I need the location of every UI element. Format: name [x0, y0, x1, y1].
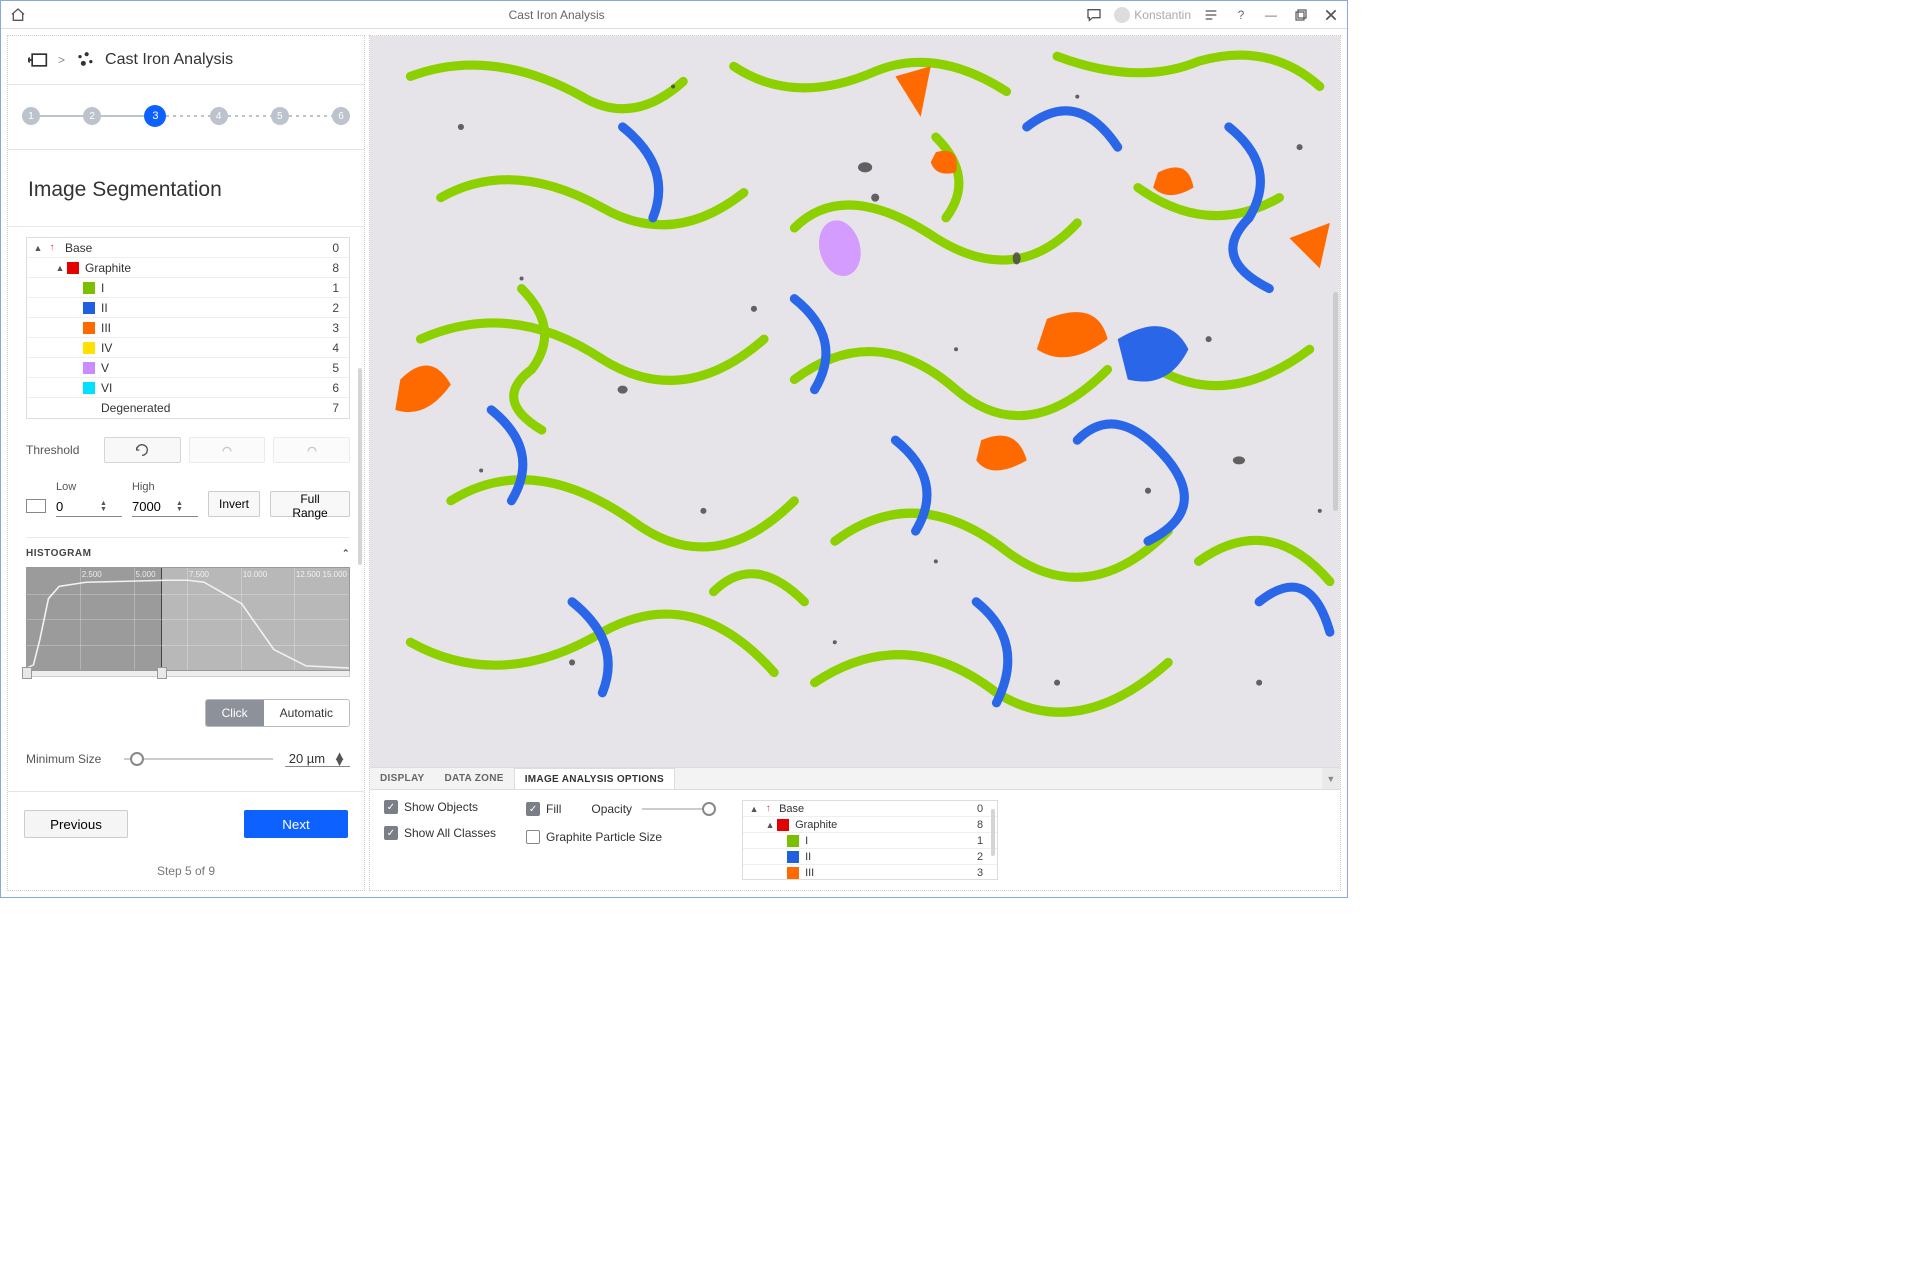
fill-checkbox[interactable]: ✓	[526, 802, 540, 816]
min-size-slider[interactable]	[124, 749, 273, 769]
breadcrumb-title: Cast Iron Analysis	[105, 51, 233, 69]
home-icon[interactable]	[7, 4, 29, 26]
user-badge[interactable]: Konstantin	[1114, 7, 1191, 23]
tree-row-III[interactable]: III3	[27, 318, 349, 338]
show-all-classes-checkbox[interactable]: ✓	[384, 826, 398, 840]
step-counter: Step 5 of 9	[24, 864, 348, 878]
low-label: Low	[56, 481, 122, 493]
menu-icon[interactable]	[1201, 5, 1221, 25]
btree-II[interactable]: II2	[743, 849, 997, 865]
threshold-label: Threshold	[26, 443, 96, 457]
breadcrumb: > Cast Iron Analysis	[8, 36, 364, 85]
arrow-up-icon: ↑	[45, 242, 59, 253]
step-2[interactable]: 2	[83, 107, 101, 125]
full-range-button[interactable]: Full Range	[270, 491, 350, 517]
range-icon	[26, 499, 46, 513]
bottom-panel: ✓Show Objects ✓Show All Classes ✓Fill Op…	[370, 790, 1340, 890]
min-size-label: Minimum Size	[26, 752, 112, 766]
btree-I[interactable]: I1	[743, 833, 997, 849]
class-tree: ▲ ↑ Base 0 ▲ Graphite 8 I1 II2 III3 IV4 …	[26, 237, 350, 419]
sidebar: > Cast Iron Analysis 1 2 3 4 5 6 Image S…	[7, 35, 365, 891]
tree-row-V[interactable]: V5	[27, 358, 349, 378]
bottom-tabs: DISPLAY DATA ZONE IMAGE ANALYSIS OPTIONS…	[370, 768, 1340, 790]
histogram-header[interactable]: HISTOGRAM ⌃	[26, 548, 350, 559]
stepper: 1 2 3 4 5 6	[8, 85, 364, 150]
mode-automatic[interactable]: Automatic	[264, 700, 349, 726]
high-input[interactable]: ▲▼	[132, 497, 198, 517]
btree-III[interactable]: III3	[743, 865, 997, 880]
redo-button[interactable]	[273, 437, 350, 463]
image-viewer[interactable]	[370, 36, 1340, 768]
chevron-up-icon[interactable]: ▲	[53, 263, 67, 273]
particle-size-checkbox[interactable]	[526, 830, 540, 844]
invert-button[interactable]: Invert	[208, 491, 260, 517]
titlebar: Cast Iron Analysis Konstantin ? —	[1, 1, 1347, 29]
min-size-input[interactable]: 20 µm ▲▼	[285, 751, 350, 767]
histogram-range-slider[interactable]	[26, 671, 350, 677]
tree-row-graphite[interactable]: ▲ Graphite 8	[27, 258, 349, 278]
btree-base[interactable]: ▲↑Base0	[743, 801, 997, 817]
step-6[interactable]: 6	[332, 107, 350, 125]
histogram-panel[interactable]: 2.500 5.000 7.500 10.000 12.500 15.000	[26, 567, 350, 671]
chevron-up-icon: ⌃	[342, 548, 350, 559]
window-title: Cast Iron Analysis	[29, 8, 1084, 22]
bottom-class-tree: ▲↑Base0 ▲Graphite8 I1 II2 III3 IV4	[742, 800, 998, 880]
btree-graphite[interactable]: ▲Graphite8	[743, 817, 997, 833]
tree-row-II[interactable]: II2	[27, 298, 349, 318]
minimize-icon[interactable]: —	[1261, 5, 1281, 25]
show-objects-checkbox[interactable]: ✓	[384, 800, 398, 814]
mode-toggle[interactable]: Click Automatic	[205, 699, 350, 727]
close-icon[interactable]	[1321, 5, 1341, 25]
help-icon[interactable]: ?	[1231, 5, 1251, 25]
tab-image-analysis-options[interactable]: IMAGE ANALYSIS OPTIONS	[514, 768, 675, 789]
undo-step-button[interactable]	[189, 437, 266, 463]
tree-row-IV[interactable]: IV4	[27, 338, 349, 358]
high-label: High	[132, 481, 198, 493]
next-button[interactable]: Next	[244, 810, 348, 838]
user-name: Konstantin	[1134, 8, 1191, 22]
back-icon[interactable]	[28, 50, 48, 70]
tree-row-VI[interactable]: VI6	[27, 378, 349, 398]
tab-display[interactable]: DISPLAY	[370, 768, 435, 789]
tab-data-zone[interactable]: DATA ZONE	[435, 768, 514, 789]
comment-icon[interactable]	[1084, 5, 1104, 25]
chevron-up-icon[interactable]: ▲	[31, 243, 45, 253]
avatar-icon	[1114, 7, 1130, 23]
previous-button[interactable]: Previous	[24, 810, 128, 838]
low-input[interactable]: ▲▼	[56, 497, 122, 517]
opacity-slider[interactable]	[642, 800, 712, 818]
step-4[interactable]: 4	[210, 107, 228, 125]
tree-row-base[interactable]: ▲ ↑ Base 0	[27, 238, 349, 258]
step-1[interactable]: 1	[22, 107, 40, 125]
panel-dropdown-icon[interactable]: ▼	[1322, 768, 1340, 789]
section-title: Image Segmentation	[28, 178, 344, 202]
step-3[interactable]: 3	[144, 105, 166, 127]
maximize-icon[interactable]	[1291, 5, 1311, 25]
analysis-icon	[75, 50, 95, 70]
tree-row-I[interactable]: I1	[27, 278, 349, 298]
step-5[interactable]: 5	[271, 107, 289, 125]
mode-click[interactable]: Click	[206, 700, 264, 726]
tree-row-degenerated[interactable]: Degenerated7	[27, 398, 349, 418]
opacity-label: Opacity	[591, 802, 632, 816]
undo-button[interactable]	[104, 437, 181, 463]
